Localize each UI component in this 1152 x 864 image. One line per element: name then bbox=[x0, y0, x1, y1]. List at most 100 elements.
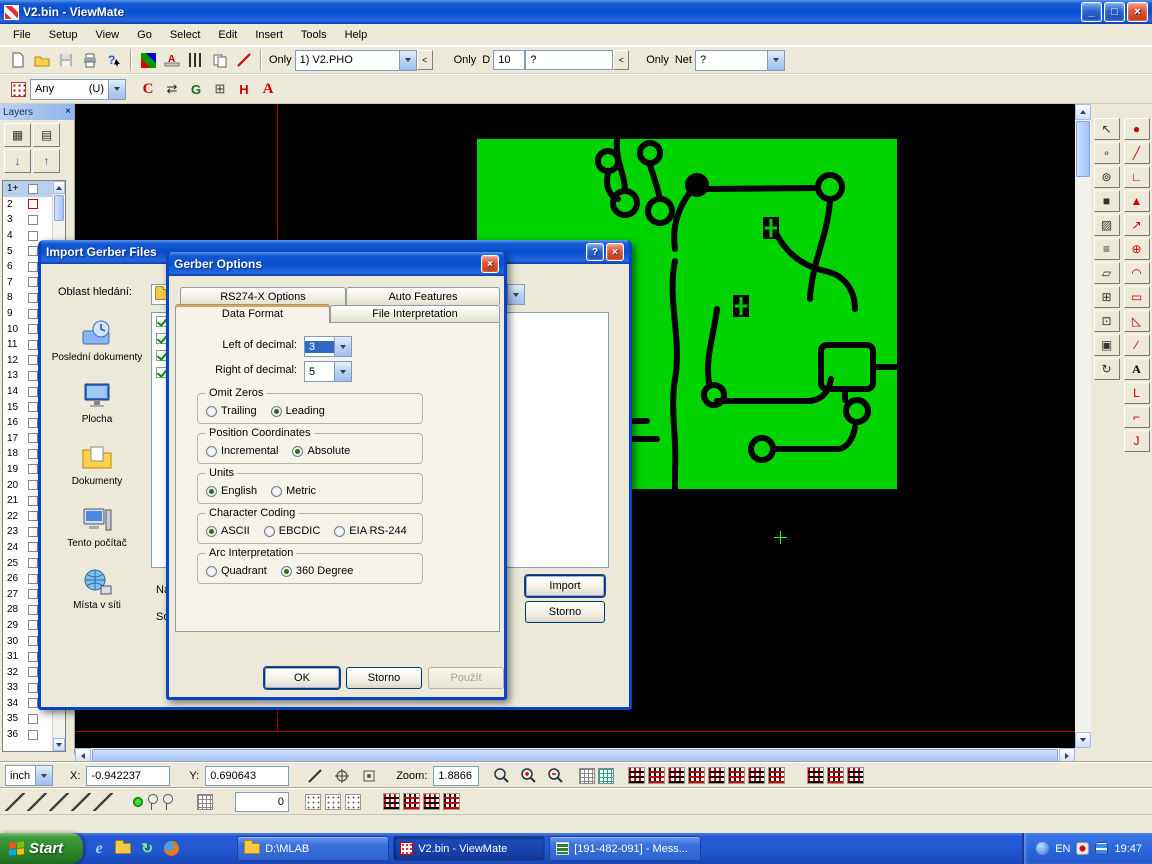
radio-option[interactable]: Absolute bbox=[292, 445, 350, 457]
place-computer[interactable]: Tento počítač bbox=[49, 504, 145, 549]
radio-unselected-icon[interactable] bbox=[206, 566, 217, 577]
layers-panel-titlebar[interactable]: Layers × bbox=[0, 104, 74, 120]
layer-color-box[interactable] bbox=[28, 464, 38, 474]
radio-unselected-icon[interactable] bbox=[264, 526, 275, 537]
layer-color-box[interactable] bbox=[28, 730, 38, 740]
diagonal-line-icon[interactable] bbox=[232, 48, 256, 72]
pattern-7-icon[interactable] bbox=[748, 767, 765, 784]
palette-tool-right-11-icon[interactable]: L bbox=[1124, 382, 1150, 404]
layer-color-box[interactable] bbox=[28, 355, 38, 365]
layer-color-box[interactable] bbox=[28, 231, 38, 241]
palette-tool-left-3-icon[interactable]: ■ bbox=[1094, 190, 1120, 212]
pattern-9-icon[interactable] bbox=[807, 767, 824, 784]
taskbar-task-0[interactable]: D:\MLAB bbox=[237, 836, 389, 861]
palette-tool-left-9-icon[interactable]: ▣ bbox=[1094, 334, 1120, 356]
palette-tool-right-9-icon[interactable]: ∕ bbox=[1124, 334, 1150, 356]
left-of-decimal-combo[interactable]: 3 bbox=[304, 336, 352, 357]
refresh-icon[interactable]: ↻ bbox=[137, 839, 157, 859]
minimize-button[interactable]: _ bbox=[1081, 2, 1102, 22]
grid-step-field[interactable]: 0 bbox=[235, 792, 289, 812]
layer-color-box[interactable] bbox=[28, 246, 38, 256]
layer-color-box[interactable] bbox=[28, 262, 38, 272]
pattern-c-icon[interactable] bbox=[423, 793, 440, 810]
radio-option[interactable]: EIA RS-244 bbox=[334, 525, 406, 537]
close-button[interactable]: × bbox=[606, 243, 624, 261]
radio-option[interactable]: ASCII bbox=[206, 525, 250, 537]
layers-tool-2-icon[interactable]: ↓ bbox=[4, 149, 31, 173]
menu-item-view[interactable]: View bbox=[86, 26, 128, 44]
grid-green-icon[interactable] bbox=[598, 768, 614, 784]
layer-color-box[interactable] bbox=[28, 620, 38, 630]
scroll-up-icon[interactable] bbox=[53, 181, 65, 194]
radio-unselected-icon[interactable] bbox=[271, 486, 282, 497]
pattern-8-icon[interactable] bbox=[768, 767, 785, 784]
layer-color-box[interactable] bbox=[28, 496, 38, 506]
layer-row[interactable]: 3 bbox=[3, 212, 52, 228]
prev-dcode-button[interactable]: < bbox=[613, 50, 629, 70]
palette-tool-right-6-icon[interactable]: ◠ bbox=[1124, 262, 1150, 284]
place-documents[interactable]: Dokumenty bbox=[49, 442, 145, 487]
bars-icon[interactable] bbox=[184, 48, 208, 72]
layer-color-box[interactable] bbox=[28, 574, 38, 584]
ruler-3-icon[interactable] bbox=[49, 793, 69, 811]
layers-tool-3-icon[interactable]: ↑ bbox=[33, 149, 60, 173]
gerber-dialog-titlebar[interactable]: Gerber Options × bbox=[169, 252, 504, 276]
save-icon[interactable] bbox=[54, 48, 78, 72]
language-indicator[interactable]: EN bbox=[1055, 843, 1070, 855]
chevron-down-icon[interactable] bbox=[767, 51, 784, 70]
layer-color-box[interactable] bbox=[28, 309, 38, 319]
aperture-tool-button-1[interactable]: ⇄ bbox=[160, 77, 184, 101]
scroll-down-icon[interactable] bbox=[1075, 732, 1091, 748]
close-button[interactable]: × bbox=[481, 255, 499, 273]
menu-item-help[interactable]: Help bbox=[336, 26, 377, 44]
layer-row-selected[interactable]: 1+ bbox=[3, 181, 52, 197]
only-layer-label[interactable]: Only bbox=[266, 54, 295, 66]
taskbar-task-1[interactable]: V2.bin - ViewMate bbox=[393, 836, 545, 861]
scrollbar-thumb[interactable] bbox=[54, 195, 64, 221]
tab-auto-features[interactable]: Auto Features bbox=[346, 287, 500, 305]
layers-tool-0-icon[interactable]: ▦ bbox=[4, 123, 31, 147]
cancel-button[interactable]: Storno bbox=[346, 667, 422, 689]
pattern-10-icon[interactable] bbox=[827, 767, 844, 784]
grid-icon[interactable] bbox=[197, 794, 213, 810]
tab-rs274x-options[interactable]: RS274-X Options bbox=[180, 287, 346, 305]
start-button[interactable]: Start bbox=[0, 833, 83, 864]
pattern-4-icon[interactable] bbox=[688, 767, 705, 784]
layer-color-box[interactable] bbox=[28, 402, 38, 412]
radio-option[interactable]: 360 Degree bbox=[281, 565, 354, 577]
aperture-tool-button-5[interactable]: A bbox=[256, 77, 280, 101]
palette-tool-right-2-icon[interactable]: ∟ bbox=[1124, 166, 1150, 188]
menu-item-select[interactable]: Select bbox=[161, 26, 210, 44]
palette-tool-right-3-icon[interactable]: ▲ bbox=[1124, 190, 1150, 212]
layer-color-box[interactable] bbox=[28, 527, 38, 537]
dcode-query-field[interactable]: ? bbox=[525, 50, 613, 70]
prev-layer-button[interactable]: < bbox=[417, 50, 433, 70]
layer-color-box[interactable] bbox=[28, 714, 38, 724]
layer-color-box[interactable] bbox=[28, 589, 38, 599]
radio-selected-icon[interactable] bbox=[206, 526, 217, 537]
layer-row[interactable]: 36 bbox=[3, 727, 52, 743]
palette-tool-right-1-icon[interactable]: ╱ bbox=[1124, 142, 1150, 164]
text-ruler-icon[interactable]: A bbox=[160, 48, 184, 72]
radio-unselected-icon[interactable] bbox=[334, 526, 345, 537]
layer-color-box[interactable] bbox=[28, 277, 38, 287]
palette-tool-left-5-icon[interactable]: ≡ bbox=[1094, 238, 1120, 260]
ruler-4-icon[interactable] bbox=[71, 793, 91, 811]
ruler-2-icon[interactable] bbox=[27, 793, 47, 811]
open-folder-icon[interactable] bbox=[30, 48, 54, 72]
layer-color-box[interactable] bbox=[28, 480, 38, 490]
layer-color-box[interactable] bbox=[28, 683, 38, 693]
layer-color-box[interactable] bbox=[28, 558, 38, 568]
scrollbar-track[interactable] bbox=[1075, 178, 1091, 732]
radio-option[interactable]: Metric bbox=[271, 485, 316, 497]
dcode-value-field[interactable]: 10 bbox=[493, 50, 525, 70]
grid-plain-icon[interactable] bbox=[579, 768, 595, 784]
layer-color-box[interactable] bbox=[28, 324, 38, 334]
radio-selected-icon[interactable] bbox=[271, 406, 282, 417]
origin-marker-icon[interactable] bbox=[357, 764, 381, 788]
folder-icon[interactable] bbox=[113, 839, 133, 859]
scroll-down-icon[interactable] bbox=[53, 738, 65, 751]
radio-selected-icon[interactable] bbox=[281, 566, 292, 577]
tab-file-interpretation[interactable]: File Interpretation bbox=[330, 305, 500, 322]
radio-option[interactable]: Incremental bbox=[206, 445, 278, 457]
